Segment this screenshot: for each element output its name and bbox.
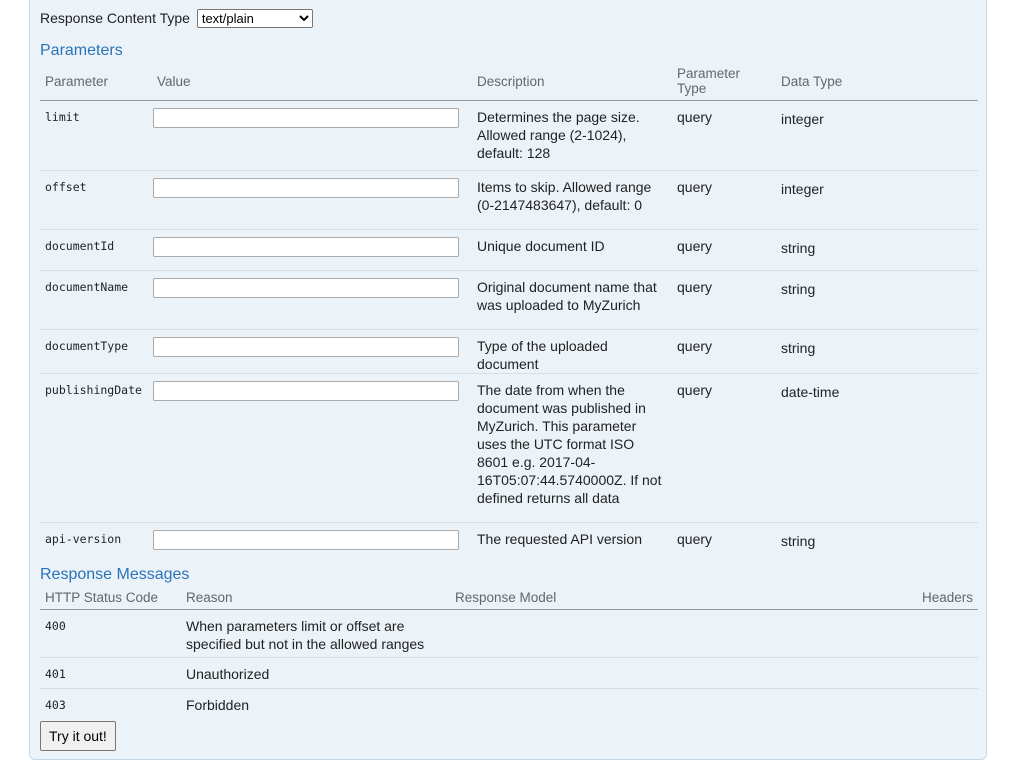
parameter-value-input[interactable] <box>153 381 459 401</box>
response-row: 400 When parameters limit or offset are … <box>40 609 978 658</box>
parameter-row: limit Determines the page size. Allowed … <box>40 100 978 171</box>
response-content-type: Response Content Type text/plain <box>40 9 313 28</box>
parameter-value-input[interactable] <box>153 337 459 357</box>
response-reason: Unauthorized <box>181 657 450 689</box>
parameter-value-input[interactable] <box>153 178 459 198</box>
content-type-select[interactable]: text/plain <box>196 9 313 28</box>
parameter-description: Determines the page size. Allowed range … <box>472 100 672 171</box>
parameter-name: api-version <box>45 532 122 546</box>
parameter-type: query <box>672 170 776 230</box>
parameter-value-input[interactable] <box>153 278 459 298</box>
parameter-name: documentName <box>40 270 152 330</box>
parameter-name: documentType <box>40 329 152 374</box>
try-it-out-button[interactable]: Try it out! <box>40 721 116 751</box>
operation-panel: Response Content Type text/plain Paramet… <box>29 0 987 760</box>
parameter-description: The requested API version <box>477 531 642 547</box>
response-headers <box>898 609 978 658</box>
parameter-data-type: string <box>781 533 816 549</box>
response-messages-table: HTTP Status Code Reason Response Model Head… <box>40 590 978 720</box>
response-col-header: Headers <box>898 590 978 610</box>
response-col-header: Reason <box>181 590 450 610</box>
parameter-data-type: integer <box>776 170 978 230</box>
parameter-row: publishingDate The date from when the do… <box>40 373 978 523</box>
response-reason: Forbidden <box>186 697 250 713</box>
parameter-row: documentId Unique document ID query stri… <box>40 229 978 271</box>
param-col-header: Parameter <box>40 66 152 101</box>
response-col-header: Response Model <box>450 590 898 610</box>
parameter-description: The date from when the document was publ… <box>472 373 672 523</box>
response-row: 401 Unauthorized <box>40 657 978 689</box>
status-code: 401 <box>40 657 181 689</box>
param-col-header: Description <box>472 66 672 101</box>
parameter-data-type: string <box>776 329 978 374</box>
parameter-description: Items to skip. Allowed range (0-21474836… <box>472 170 672 230</box>
parameter-row: documentType Type of the uploaded docume… <box>40 329 978 374</box>
parameter-row: documentName Original document name that… <box>40 270 978 330</box>
parameter-name: offset <box>40 170 152 230</box>
parameter-value-input[interactable] <box>153 108 459 128</box>
response-messages-heading: Response Messages <box>40 566 190 583</box>
param-col-header: Parameter Type <box>672 66 776 101</box>
status-code: 400 <box>40 609 181 658</box>
parameter-row: api-version The requested API version qu… <box>40 523 978 563</box>
response-headers <box>898 657 978 689</box>
parameter-value-input[interactable] <box>153 237 459 257</box>
parameters-heading: Parameters <box>40 42 123 59</box>
parameter-type: query <box>672 329 776 374</box>
parameter-data-type: string <box>776 229 978 271</box>
response-model <box>450 657 898 689</box>
content-type-label: Response Content Type <box>40 10 190 26</box>
parameter-data-type: date-time <box>776 373 978 523</box>
parameters-table: Parameter Value Description Parameter Type D… <box>40 66 978 563</box>
parameter-type: query <box>672 270 776 330</box>
parameter-description: Type of the uploaded document <box>472 329 672 374</box>
response-reason: When parameters limit or offset are spec… <box>181 609 450 658</box>
parameter-type: query <box>677 531 713 547</box>
parameter-name: publishingDate <box>40 373 152 523</box>
status-code: 403 <box>45 698 66 712</box>
param-col-header: Data Type <box>776 66 978 101</box>
param-col-header: Value <box>152 66 472 101</box>
response-row: 403 Forbidden <box>40 689 978 720</box>
response-col-header: HTTP Status Code <box>40 590 181 610</box>
parameter-data-type: string <box>776 270 978 330</box>
response-model <box>450 609 898 658</box>
parameter-type: query <box>672 100 776 171</box>
parameter-type: query <box>672 229 776 271</box>
parameter-name: limit <box>40 100 152 171</box>
response-model <box>450 689 898 720</box>
parameter-description: Unique document ID <box>472 229 672 271</box>
parameter-name: documentId <box>40 229 152 271</box>
parameter-value-input[interactable] <box>153 530 459 550</box>
parameter-data-type: integer <box>776 100 978 171</box>
parameter-description: Original document name that was uploaded… <box>472 270 672 330</box>
response-headers <box>898 689 978 720</box>
parameter-type: query <box>672 373 776 523</box>
parameter-row: offset Items to skip. Allowed range (0-2… <box>40 170 978 230</box>
